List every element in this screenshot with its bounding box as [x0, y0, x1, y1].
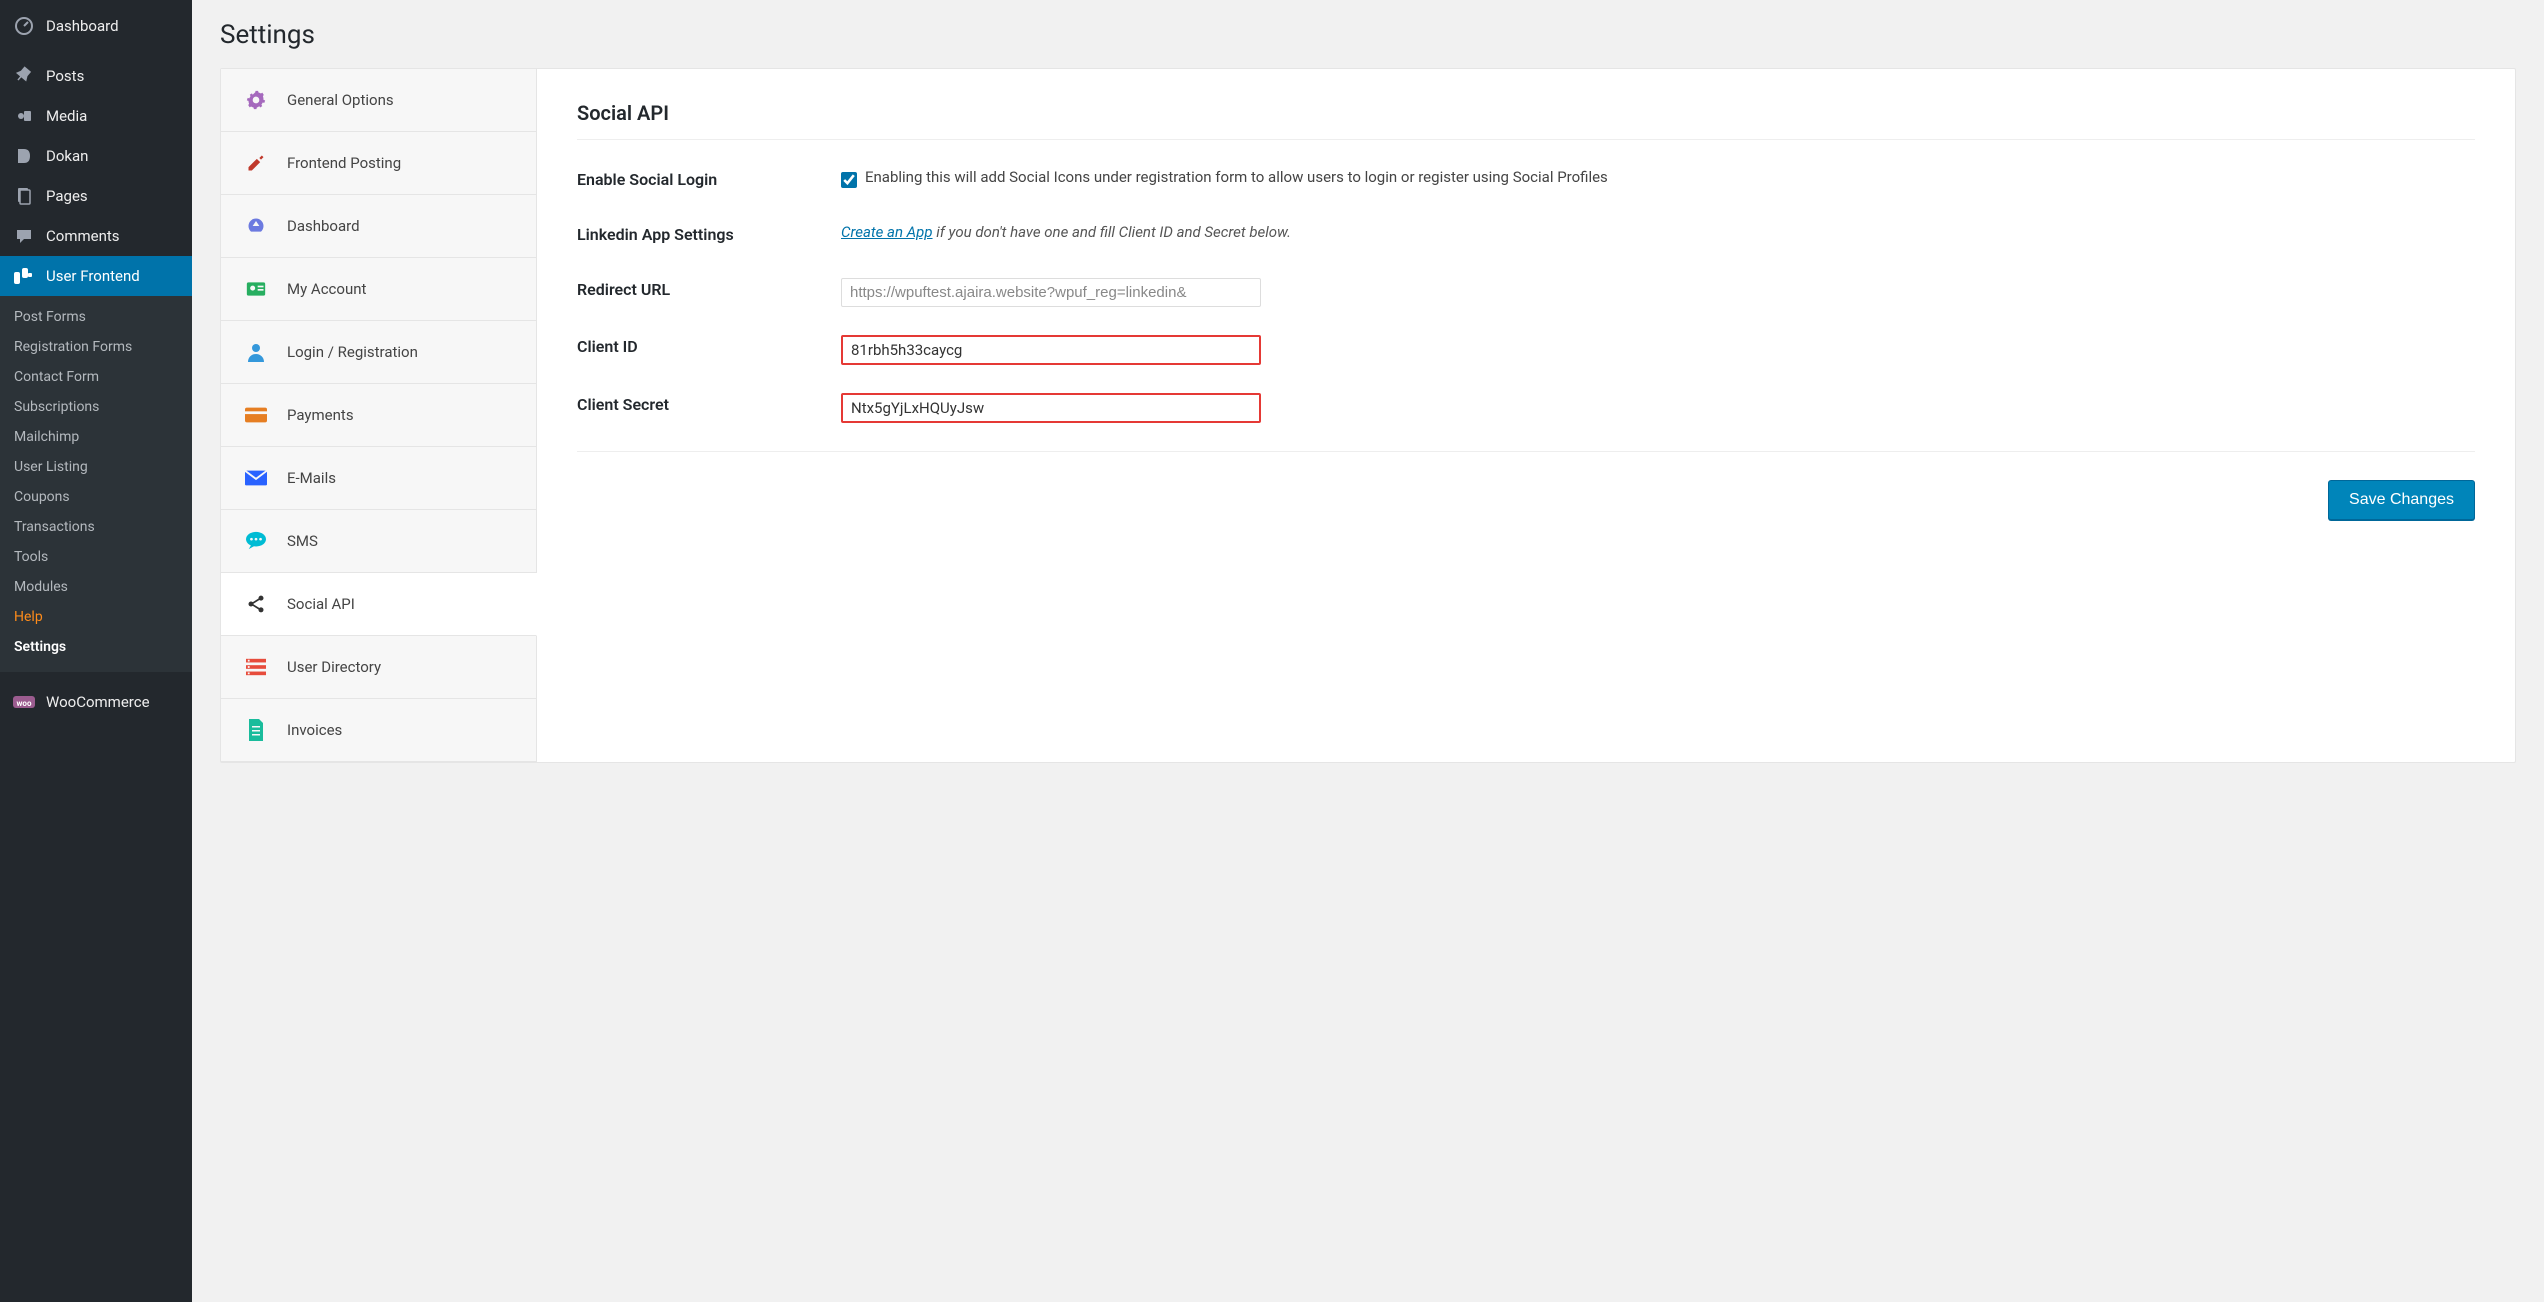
gauge-icon — [243, 215, 269, 237]
enable-social-login-label: Enable Social Login — [577, 168, 841, 189]
pages-icon — [12, 186, 36, 206]
tab-label: Invoices — [287, 721, 342, 739]
dashboard-icon — [12, 16, 36, 36]
tab-label: Social API — [287, 595, 355, 613]
settings-tabs: General Options Frontend Posting Dashboa… — [221, 69, 537, 762]
admin-sidebar: Dashboard Posts Media Dokan Pages Commen… — [0, 0, 192, 1302]
settings-panel: Social API Enable Social Login Enabling … — [537, 69, 2515, 762]
save-changes-button[interactable]: Save Changes — [2328, 480, 2475, 520]
woocommerce-icon: woo — [12, 692, 36, 712]
menu-dokan[interactable]: Dokan — [0, 136, 192, 176]
file-icon — [243, 719, 269, 741]
row-client-secret: Client Secret Ntx5gYjLxHQUyJsw — [577, 393, 2475, 423]
envelope-icon — [243, 467, 269, 489]
sub-mailchimp[interactable]: Mailchimp — [0, 422, 192, 452]
chat-icon — [243, 530, 269, 552]
gear-icon — [243, 89, 269, 111]
tab-dashboard[interactable]: Dashboard — [221, 195, 536, 258]
sub-contact-form[interactable]: Contact Form — [0, 362, 192, 392]
tab-general-options[interactable]: General Options — [221, 69, 536, 132]
menu-label: Posts — [46, 67, 84, 85]
row-redirect-url: Redirect URL — [577, 278, 2475, 307]
sub-subscriptions[interactable]: Subscriptions — [0, 392, 192, 422]
menu-posts[interactable]: Posts — [0, 56, 192, 96]
client-id-input[interactable]: 81rbh5h33caycg — [841, 335, 1261, 365]
enable-social-login-field[interactable]: Enabling this will add Social Icons unde… — [841, 168, 2475, 188]
menu-label: Dashboard — [46, 17, 119, 35]
pin-icon — [12, 66, 36, 86]
client-id-label: Client ID — [577, 335, 841, 365]
menu-woocommerce[interactable]: woo WooCommerce — [0, 682, 192, 722]
tab-sms[interactable]: SMS — [221, 510, 536, 573]
tab-label: My Account — [287, 280, 366, 298]
share-icon — [243, 593, 269, 615]
sub-coupons[interactable]: Coupons — [0, 482, 192, 512]
menu-pages[interactable]: Pages — [0, 176, 192, 216]
menu-user-frontend[interactable]: User Frontend — [0, 256, 192, 296]
tab-my-account[interactable]: My Account — [221, 258, 536, 321]
tab-label: General Options — [287, 91, 394, 109]
tab-label: User Directory — [287, 658, 381, 676]
sub-settings[interactable]: Settings — [0, 632, 192, 662]
linkedin-desc: if you don't have one and fill Client ID… — [936, 223, 1291, 241]
menu-label: WooCommerce — [46, 693, 150, 711]
sub-post-forms[interactable]: Post Forms — [0, 302, 192, 332]
sub-modules[interactable]: Modules — [0, 572, 192, 602]
media-icon — [12, 106, 36, 126]
tab-label: Login / Registration — [287, 343, 418, 361]
menu-label: Dokan — [46, 147, 88, 165]
menu-label: User Frontend — [46, 267, 140, 285]
redirect-url-label: Redirect URL — [577, 278, 841, 307]
menu-media[interactable]: Media — [0, 96, 192, 136]
credit-card-icon — [243, 404, 269, 426]
edit-icon — [243, 152, 269, 174]
button-row: Save Changes — [577, 451, 2475, 520]
sub-transactions[interactable]: Transactions — [0, 512, 192, 542]
page-title: Settings — [220, 20, 2516, 50]
panel-heading: Social API — [577, 101, 2475, 125]
menu-dashboard[interactable]: Dashboard — [0, 6, 192, 46]
user-icon — [243, 341, 269, 363]
menu-comments[interactable]: Comments — [0, 216, 192, 256]
submenu-user-frontend: Post Forms Registration Forms Contact Fo… — [0, 296, 192, 672]
tab-label: E-Mails — [287, 469, 336, 487]
dokan-icon — [12, 146, 36, 166]
sub-user-listing[interactable]: User Listing — [0, 452, 192, 482]
tab-label: Frontend Posting — [287, 154, 401, 172]
menu-label: Comments — [46, 227, 120, 245]
row-client-id: Client ID 81rbh5h33caycg — [577, 335, 2475, 365]
redirect-url-input[interactable] — [841, 278, 1261, 307]
tab-label: Dashboard — [287, 217, 360, 235]
divider — [577, 139, 2475, 140]
linkedin-settings-label: Linkedin App Settings — [577, 223, 841, 244]
user-frontend-icon — [12, 266, 36, 286]
sub-tools[interactable]: Tools — [0, 542, 192, 572]
sub-help[interactable]: Help — [0, 602, 192, 632]
list-icon — [243, 656, 269, 678]
tab-frontend-posting[interactable]: Frontend Posting — [221, 132, 536, 195]
comments-icon — [12, 226, 36, 246]
client-secret-input[interactable]: Ntx5gYjLxHQUyJsw — [841, 393, 1261, 423]
id-card-icon — [243, 278, 269, 300]
client-secret-label: Client Secret — [577, 393, 841, 423]
sub-registration-forms[interactable]: Registration Forms — [0, 332, 192, 362]
menu-label: Pages — [46, 187, 88, 205]
menu-label: Media — [46, 107, 87, 125]
tab-user-directory[interactable]: User Directory — [221, 636, 536, 699]
tab-social-api[interactable]: Social API — [221, 573, 537, 636]
create-app-link[interactable]: Create an App — [841, 223, 933, 241]
tab-invoices[interactable]: Invoices — [221, 699, 536, 762]
settings-wrap: General Options Frontend Posting Dashboa… — [220, 68, 2516, 763]
tab-payments[interactable]: Payments — [221, 384, 536, 447]
tab-login-registration[interactable]: Login / Registration — [221, 321, 536, 384]
main-content: Settings General Options Frontend Postin… — [192, 0, 2544, 1302]
enable-social-login-checkbox[interactable] — [841, 172, 857, 188]
svg-text:woo: woo — [17, 699, 32, 708]
tab-emails[interactable]: E-Mails — [221, 447, 536, 510]
row-enable-social-login: Enable Social Login Enabling this will a… — [577, 168, 2475, 189]
tab-label: SMS — [287, 532, 318, 550]
tab-label: Payments — [287, 406, 354, 424]
enable-social-login-desc: Enabling this will add Social Icons unde… — [865, 168, 1608, 186]
row-linkedin-settings: Linkedin App Settings Create an App if y… — [577, 223, 2475, 244]
